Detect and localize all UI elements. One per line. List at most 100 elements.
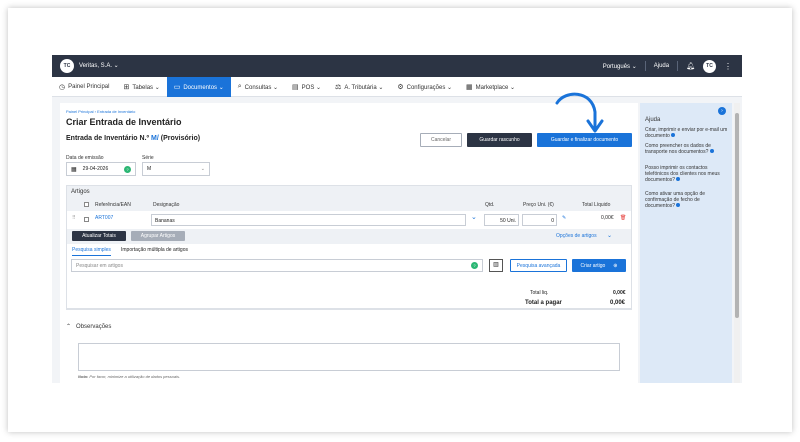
col-qtd: Qtd.: [485, 202, 495, 208]
table-icon: ⊞: [123, 84, 130, 91]
barcode-icon[interactable]: ▥: [489, 259, 503, 272]
menu-configuracoes[interactable]: ⚙ Configurações ⌄: [390, 77, 459, 97]
main-content: Painel Principal › Entrada de Inventário…: [60, 103, 638, 383]
group-articles-button[interactable]: Agrupar Artigos: [131, 231, 185, 241]
menu-marketplace[interactable]: ▦ Marketplace ⌄: [459, 77, 522, 97]
update-totals-button[interactable]: Atualizar Totais: [72, 231, 126, 241]
chevron-down-icon[interactable]: ⌄: [471, 213, 477, 221]
company-logo: TC: [60, 59, 74, 73]
menu-painel-principal[interactable]: ◷ Painel Principal: [52, 77, 116, 97]
date-field[interactable]: ▦ 29-04-2026 ?: [66, 162, 136, 176]
row-preco-input[interactable]: 0: [522, 214, 557, 226]
menu-a-tributaria[interactable]: ⚖ A. Tributária ⌄: [328, 77, 390, 97]
language-selector[interactable]: Português ⌄: [603, 63, 637, 70]
search-icon: ⌕: [237, 83, 242, 90]
row-designacao: Bananas: [155, 218, 175, 224]
observations-toggle[interactable]: ⌃ Observações: [66, 323, 111, 330]
menu-pos[interactable]: ▤ POS ⌄: [285, 77, 328, 97]
articles-title: Artigos: [67, 186, 631, 198]
col-preco: Preço Uni. (€): [523, 202, 554, 208]
scrollbar[interactable]: [734, 103, 740, 383]
info-icon: [709, 149, 714, 153]
observations-note: Nota: Por favor, minimize a utilização d…: [78, 374, 180, 379]
menu-label: Painel Principal: [68, 84, 110, 90]
info-icon: [671, 133, 676, 137]
page-title: Criar Entrada de Inventário: [66, 117, 182, 127]
observations-textarea[interactable]: [78, 343, 620, 371]
company-selector[interactable]: Veritas, S.A. ⌄: [79, 62, 119, 69]
help-circle-icon[interactable]: ?: [471, 262, 478, 269]
total-liq-value: 0,00€: [613, 290, 626, 296]
avatar[interactable]: TC: [703, 59, 716, 73]
divider: [66, 309, 632, 310]
breadcrumb[interactable]: Painel Principal › Entrada de Inventário: [66, 109, 135, 114]
menu-label: Consultas ⌄: [244, 84, 279, 91]
menu-consultas[interactable]: ⌕ Consultas ⌄: [231, 77, 285, 97]
select-all-checkbox[interactable]: [84, 202, 89, 207]
scrollbar-thumb[interactable]: [735, 113, 739, 318]
doc-title-prefix: Entrada de Inventário N.º: [66, 135, 150, 142]
trash-icon[interactable]: 🗑︎: [620, 215, 626, 221]
pos-icon: ▤: [292, 84, 299, 91]
note-text: Por favor, minimize a utilização de dado…: [89, 374, 181, 379]
drag-handle-icon[interactable]: ⠿: [72, 215, 76, 221]
articles-header: Referência/EAN Designação Qtd. Preço Uni…: [67, 198, 631, 211]
help-circle-icon[interactable]: ?: [124, 165, 131, 173]
row-qtd-input[interactable]: 50 Uni.: [484, 214, 519, 226]
search-row: Pesquisar em artigos ? ▥ Pesquisa avança…: [67, 256, 631, 274]
menu-label: Marketplace ⌄: [475, 84, 516, 91]
help-panel: › Ajuda Criar, imprimir e enviar por e-m…: [640, 103, 732, 383]
series-select[interactable]: M ⌄: [142, 162, 210, 176]
menu-label: Tabelas ⌄: [132, 84, 160, 91]
menu-documentos[interactable]: ▭ Documentos ⌄: [166, 77, 231, 97]
cancel-button[interactable]: Cancelar: [420, 133, 462, 147]
pencil-icon[interactable]: ✎: [562, 215, 566, 221]
bell-icon[interactable]: 🔔︎: [686, 62, 695, 70]
observations-title: Observações: [76, 324, 112, 330]
col-ref: Referência/EAN: [95, 202, 131, 208]
articles-actions: Atualizar Totais Agrupar Artigos Opções …: [67, 229, 631, 244]
menu-label: Configurações ⌄: [406, 84, 453, 91]
help-link-text: Posso imprimir os contactos telefónicos …: [645, 165, 720, 183]
note-label: Nota:: [78, 374, 89, 379]
info-icon: [676, 177, 681, 181]
advanced-search-button[interactable]: Pesquisa avançada: [510, 259, 567, 272]
menu-label: Documentos ⌄: [183, 84, 224, 91]
save-draft-button[interactable]: Guardar rascunho: [467, 133, 532, 147]
row-checkbox[interactable]: [84, 217, 89, 222]
date-label: Data de emissão: [66, 155, 104, 161]
dashboard-icon: ◷: [59, 84, 66, 91]
menu-label: A. Tributária ⌄: [344, 84, 384, 91]
total-pay-label: Total a pagar: [525, 300, 562, 306]
search-placeholder: Pesquisar em artigos: [76, 262, 123, 269]
create-article-button[interactable]: Criar artigo ⊕: [572, 259, 626, 272]
row-designacao-input[interactable]: Bananas: [151, 214, 466, 226]
help-link-text: Criar, imprimir e enviar por e-mail um d…: [645, 127, 728, 139]
menu-tabelas[interactable]: ⊞ Tabelas ⌄: [116, 77, 166, 97]
tab-simple-search[interactable]: Pesquisa simples: [72, 247, 111, 256]
help-link[interactable]: Ajuda: [654, 63, 669, 69]
help-link-item[interactable]: Posso imprimir os contactos telefónicos …: [645, 165, 729, 183]
row-total: 0,00€: [601, 215, 614, 221]
total-pay-value: 0,00€: [610, 300, 626, 306]
article-options-link[interactable]: Opções de artigos: [556, 233, 597, 239]
series-value: M: [147, 166, 152, 172]
help-link-item[interactable]: Como preencher os dados de transporte no…: [645, 143, 729, 155]
chevron-up-icon: ⌃: [66, 324, 72, 330]
help-link-item[interactable]: Criar, imprimir e enviar por e-mail um d…: [645, 127, 729, 139]
row-qtd: 50 Uni.: [500, 218, 516, 224]
help-link-text: Como ativar uma opção de confirmação de …: [645, 191, 706, 209]
help-link-item[interactable]: Como ativar uma opção de confirmação de …: [645, 191, 729, 209]
help-link-text: Como preencher os dados de transporte no…: [645, 143, 711, 155]
row-preco: 0: [551, 218, 554, 224]
row-ref[interactable]: ART007: [95, 215, 113, 221]
chevron-right-icon[interactable]: ›: [718, 107, 726, 115]
chevron-down-icon[interactable]: ⌄: [607, 232, 612, 239]
create-article-label: Criar artigo: [580, 262, 606, 269]
table-row: ⠿ ART007 Bananas ⌄ 50 Uni. 0 ✎ 0,00€ 🗑︎: [67, 211, 631, 229]
more-options-icon[interactable]: ⋮: [724, 62, 732, 71]
tab-multiple-import[interactable]: Importação múltipla de artigos: [121, 247, 188, 253]
search-input[interactable]: Pesquisar em artigos ?: [71, 259, 483, 272]
save-finalize-button[interactable]: Guardar e finalizar documento: [537, 133, 632, 147]
total-liq-label: Total liq.: [530, 290, 549, 296]
